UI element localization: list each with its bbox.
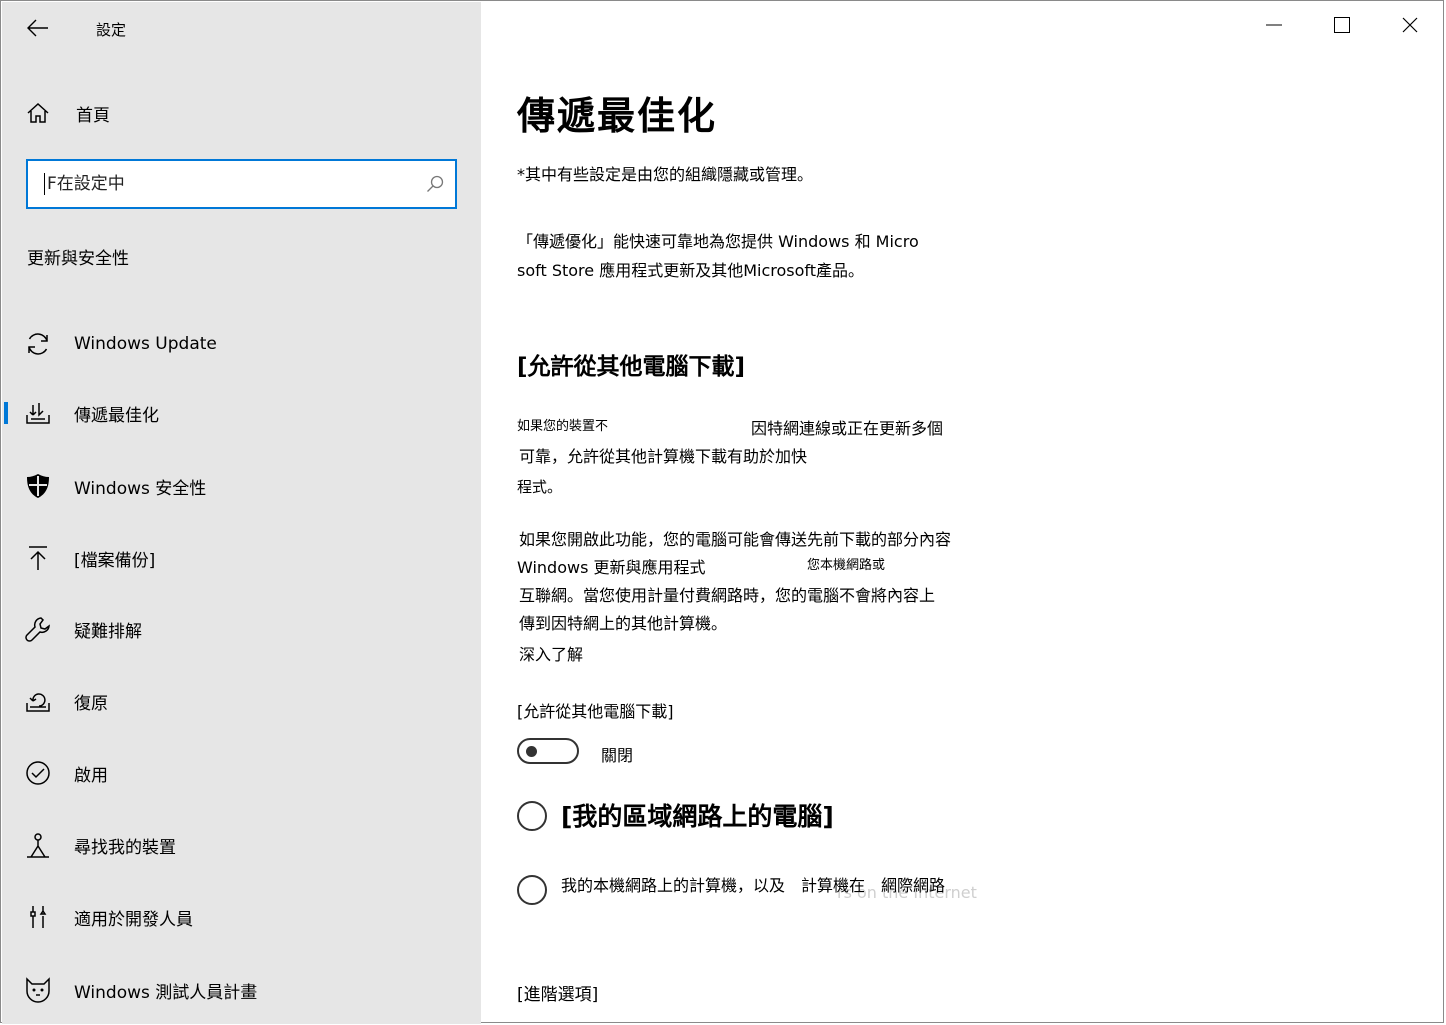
upload-arrow-icon [2,545,74,571]
radio-local-network-label: [我的區域網路上的電腦] [561,802,834,831]
learn-more-link[interactable]: 深入了解 [519,641,583,665]
sidebar-item-label: [檔案備份] [74,550,156,571]
sidebar-item-label: Windows Update [74,334,217,354]
developer-tools-icon [2,904,74,930]
page-title: 傳遞最佳化 [517,94,718,138]
sidebar: 設定 首頁 更新與安全性 Windows Update [2,2,481,1024]
radio-local-and-internet-label: 我的本機網路上的計算機，以及 計算機在 網際網路 [561,876,946,895]
search-input[interactable] [45,174,415,194]
allow-downloads-heading: [允許從其他電腦下載] [517,354,746,380]
para2-fragment: 您本機網路或 [807,558,886,573]
para1-line: 程式。 [517,478,563,496]
radio-local-network[interactable] [517,801,547,831]
sidebar-item-label: 疑難排解 [74,621,142,642]
sidebar-item-activation[interactable]: 啟用 [2,751,481,795]
insider-cat-icon [2,977,74,1003]
back-button[interactable] [16,12,60,44]
para2-line: Windows 更新與應用程式 [517,558,706,577]
back-arrow-icon [27,19,48,37]
sidebar-item-label: 適用於開發人員 [74,909,193,930]
sidebar-item-label: 復原 [74,693,108,714]
radio-local-and-internet[interactable] [517,875,547,905]
recovery-icon [2,689,74,713]
sidebar-item-label: Windows 測試人員計畫 [74,982,258,1003]
sidebar-item-file-backup[interactable]: [檔案備份] [2,536,481,580]
sidebar-item-troubleshoot[interactable]: 疑難排解 [2,607,481,651]
sidebar-item-label: 尋找我的裝置 [74,837,176,858]
sync-icon [2,331,74,357]
find-device-icon [2,832,74,858]
home-icon [16,102,60,124]
sidebar-item-recovery[interactable]: 復原 [2,679,481,723]
home-link[interactable]: 首頁 [16,94,456,132]
para1-line: 可靠，允許從其他計算機下載有助於加快 [519,447,808,466]
main-content: 傳遞最佳化 *其中有些設定是由您的組織隱藏或管理。 「傳遞優化」能快速可靠地為您… [481,1,1445,1024]
para2-line: 傳到因特網上的其他計算機。 [519,614,728,633]
description-line: 「傳遞優化」能快速可靠地為您提供 Windows 和 Micro [517,232,919,251]
para1-fragment: 如果您的裝置不 [517,419,609,434]
para2-line: 互聯網。當您使用計量付費網路時，您的電腦不會將內容上 [519,586,936,605]
description-line: soft Store 應用程式更新及其他Microsoft產品。 [517,261,865,280]
sidebar-item-label: 傳遞最佳化 [74,405,159,426]
toggle-state: 關閉 [601,746,634,765]
wrench-icon [2,616,74,642]
para2-line: 如果您開啟此功能，您的電腦可能會傳送先前下載的部分內容 [519,530,952,549]
section-title: 更新與安全性 [27,249,129,269]
app-title: 設定 [96,21,127,39]
sidebar-item-label: Windows 安全性 [74,478,207,499]
para1-fragment: 因特網連線或正在更新多個 [751,419,944,438]
managed-note: *其中有些設定是由您的組織隱藏或管理。 [517,165,814,184]
sidebar-item-windows-security[interactable]: Windows 安全性 [2,464,481,508]
toggle-label: [允許從其他電腦下載] [517,702,674,721]
sidebar-item-label: 啟用 [74,765,108,786]
toggle-knob [526,746,537,757]
search-box[interactable] [26,159,457,209]
settings-window: 設定 首頁 更新與安全性 Windows Update [0,0,1445,1024]
allow-downloads-toggle[interactable] [517,738,579,764]
search-icon[interactable] [415,175,455,193]
home-label: 首頁 [76,105,110,126]
shield-icon [2,473,74,499]
sidebar-item-find-my-device[interactable]: 尋找我的裝置 [2,823,481,867]
sidebar-item-for-developers[interactable]: 適用於開發人員 [2,895,481,939]
sidebar-item-windows-update[interactable]: Windows Update [2,322,481,366]
advanced-options-link[interactable]: [進階選項] [517,980,598,1005]
delivery-optimization-icon [2,401,74,425]
description: 「傳遞優化」能快速可靠地為您提供 Windows 和 Micro soft St… [517,227,1007,285]
sidebar-item-windows-insider[interactable]: Windows 測試人員計畫 [2,968,481,1012]
check-circle-icon [2,760,74,786]
sidebar-item-delivery-optimization[interactable]: 傳遞最佳化 [2,391,481,435]
